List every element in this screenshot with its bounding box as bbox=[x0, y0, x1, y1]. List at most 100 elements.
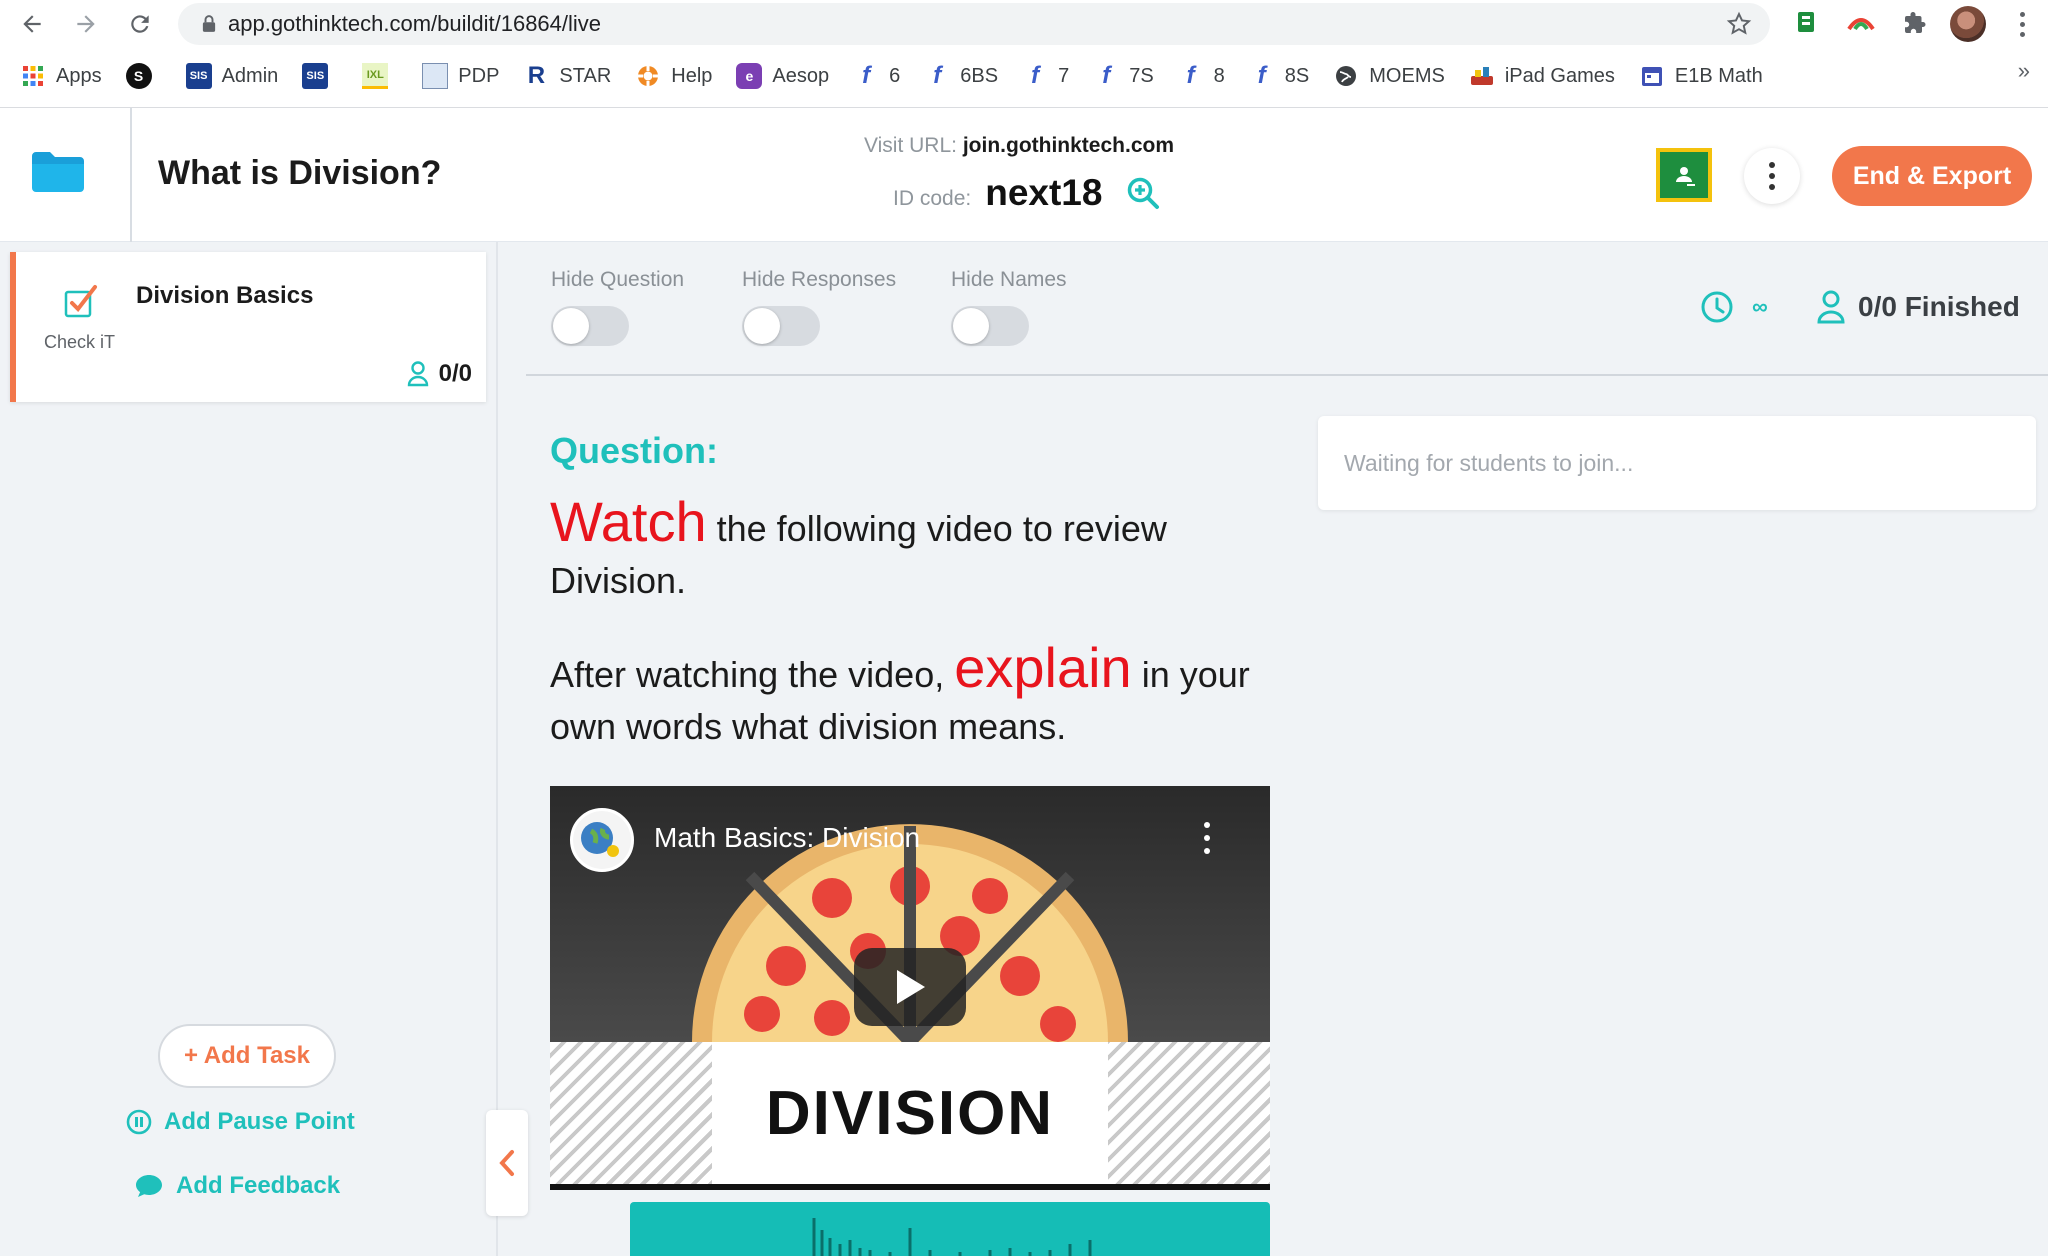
bookmark-label: 7 bbox=[1058, 64, 1070, 87]
question-label: Question: bbox=[550, 430, 718, 471]
more-options-button[interactable] bbox=[1744, 148, 1800, 204]
task-sidebar: Check iT Division Basics 0/0 + Add Task … bbox=[0, 242, 498, 1256]
bookmark-ixl[interactable]: IXL bbox=[362, 58, 398, 94]
bookmark-label: Aesop bbox=[772, 64, 830, 87]
bookmark-label: Apps bbox=[56, 64, 102, 87]
bookmark-7[interactable]: f 7 bbox=[1022, 58, 1069, 94]
bookmark-label: 6BS bbox=[960, 64, 999, 87]
google-classroom-icon[interactable] bbox=[1656, 148, 1712, 202]
channel-avatar[interactable] bbox=[570, 808, 634, 872]
chevron-left-icon bbox=[499, 1150, 514, 1176]
bookmark-e1b-math[interactable]: E1B Math bbox=[1639, 58, 1763, 94]
task-card[interactable]: Check iT Division Basics 0/0 bbox=[10, 252, 486, 402]
bookmark-star[interactable]: R STAR bbox=[523, 58, 612, 94]
responses-waiting: Waiting for students to join... bbox=[1318, 416, 2036, 510]
bookmark-moems[interactable]: MOEMS bbox=[1333, 58, 1445, 94]
hide-question-toggle[interactable] bbox=[551, 306, 629, 346]
add-pause-point-link[interactable]: Add Pause Point bbox=[126, 1108, 355, 1136]
aesop-icon: e bbox=[736, 63, 763, 89]
ixl-icon: IXL bbox=[362, 63, 389, 89]
add-feedback-link[interactable]: Add Feedback bbox=[134, 1172, 340, 1200]
s-circle-icon: S bbox=[125, 63, 152, 89]
hide-names-toggle[interactable] bbox=[951, 306, 1029, 346]
bookmarks-bar: Apps S SIS Admin SIS IXL PDP R STAR Help bbox=[0, 58, 2048, 94]
page-title: What is Division? bbox=[158, 154, 442, 192]
url-text: app.gothinktech.com/buildit/16864/live bbox=[228, 11, 602, 36]
bookmark-ipad-games[interactable]: iPad Games bbox=[1469, 58, 1615, 94]
f-icon: f bbox=[1186, 62, 1195, 89]
lock-icon bbox=[178, 14, 216, 34]
video-menu-icon[interactable] bbox=[1202, 822, 1212, 854]
video-banner-text: DIVISION bbox=[712, 1042, 1108, 1184]
kebab-dot bbox=[1769, 173, 1775, 179]
hide-responses-toggle[interactable] bbox=[742, 306, 820, 346]
hide-names-control: Hide Names bbox=[951, 268, 1067, 346]
f-icon: f bbox=[862, 62, 871, 89]
id-code-label: ID code: bbox=[893, 187, 972, 210]
question-line-2-start: After watching the video, bbox=[550, 654, 955, 695]
task-count-value: 0/0 bbox=[438, 360, 472, 387]
play-icon bbox=[897, 970, 925, 1004]
folder-icon[interactable] bbox=[30, 150, 86, 192]
task-type: Check iT bbox=[44, 332, 116, 352]
arrow-right-icon bbox=[77, 15, 95, 33]
hide-question-control: Hide Question bbox=[551, 268, 684, 346]
hide-responses-label: Hide Responses bbox=[742, 268, 897, 291]
bookmark-6bs[interactable]: f 6BS bbox=[924, 58, 998, 94]
bookmark-pdp[interactable]: PDP bbox=[422, 58, 499, 94]
zoom-in-icon[interactable] bbox=[1126, 176, 1160, 210]
end-export-button[interactable]: End & Export bbox=[1832, 146, 2032, 206]
bookmark-admin[interactable]: SIS Admin bbox=[185, 58, 279, 94]
task-name: Division Basics bbox=[136, 282, 314, 309]
play-button[interactable] bbox=[854, 948, 966, 1026]
video-player[interactable]: Math Basics: Division DIVISION bbox=[550, 786, 1270, 1190]
globe-icon bbox=[1333, 63, 1359, 89]
address-bar[interactable]: app.gothinktech.com/buildit/16864/live bbox=[178, 3, 1770, 45]
bookmark-6[interactable]: f 6 bbox=[853, 58, 900, 94]
browser-menu-icon[interactable] bbox=[2012, 9, 2032, 39]
bookmark-s[interactable]: S bbox=[125, 58, 162, 94]
apps-grid-icon bbox=[20, 63, 46, 89]
bookmark-label: 7S bbox=[1129, 64, 1154, 87]
checkbox-checked-icon bbox=[64, 284, 98, 318]
timer-value: ∞ bbox=[1752, 294, 1768, 319]
bookmark-apps[interactable]: Apps bbox=[20, 58, 102, 94]
bookmark-help[interactable]: Help bbox=[635, 58, 712, 94]
back-button[interactable] bbox=[14, 6, 50, 42]
more-bookmarks-icon[interactable]: » bbox=[2018, 58, 2030, 84]
f-icon: f bbox=[1257, 62, 1266, 89]
extensions-puzzle-icon[interactable] bbox=[1900, 8, 1930, 38]
pause-circle-icon bbox=[126, 1109, 152, 1135]
extension-green-icon[interactable] bbox=[1792, 8, 1822, 38]
user-icon bbox=[1817, 290, 1845, 324]
bookmark-label: iPad Games bbox=[1504, 64, 1615, 87]
extension-rainbow-icon[interactable] bbox=[1846, 8, 1876, 38]
calendar-icon bbox=[1639, 63, 1665, 89]
reload-button[interactable] bbox=[122, 6, 158, 42]
kebab-dot bbox=[1769, 184, 1775, 190]
hide-names-label: Hide Names bbox=[951, 268, 1067, 291]
visit-url: Visit URL: join.gothinktech.com bbox=[864, 134, 1174, 158]
bookmark-label: Admin bbox=[221, 64, 279, 87]
chat-bubble-icon bbox=[136, 1175, 162, 1197]
add-task-button[interactable]: + Add Task bbox=[158, 1024, 336, 1088]
bookmark-sis[interactable]: SIS bbox=[302, 58, 338, 94]
bookmark-7s[interactable]: f 7S bbox=[1093, 58, 1153, 94]
bookmark-label: PDP bbox=[458, 64, 500, 87]
video-underline bbox=[550, 1184, 1270, 1190]
finished-count: 0/0 Finished bbox=[1816, 290, 2020, 324]
header-divider bbox=[130, 108, 132, 242]
forward-button[interactable] bbox=[68, 6, 104, 42]
bookmark-label: 8S bbox=[1284, 64, 1310, 87]
bookmark-8[interactable]: f 8 bbox=[1178, 58, 1225, 94]
waveform-graphic bbox=[812, 1218, 1092, 1256]
star-bookmark-icon[interactable] bbox=[1726, 11, 1752, 42]
video-title[interactable]: Math Basics: Division bbox=[654, 822, 920, 854]
profile-avatar[interactable] bbox=[1950, 6, 1986, 42]
renaissance-icon: R bbox=[527, 62, 546, 89]
bookmark-aesop[interactable]: e Aesop bbox=[736, 58, 829, 94]
collapse-sidebar-button[interactable] bbox=[486, 1110, 528, 1216]
games-icon bbox=[1469, 63, 1495, 89]
bookmark-8s[interactable]: f 8S bbox=[1249, 58, 1309, 94]
timer[interactable]: ∞ bbox=[1700, 290, 1768, 324]
